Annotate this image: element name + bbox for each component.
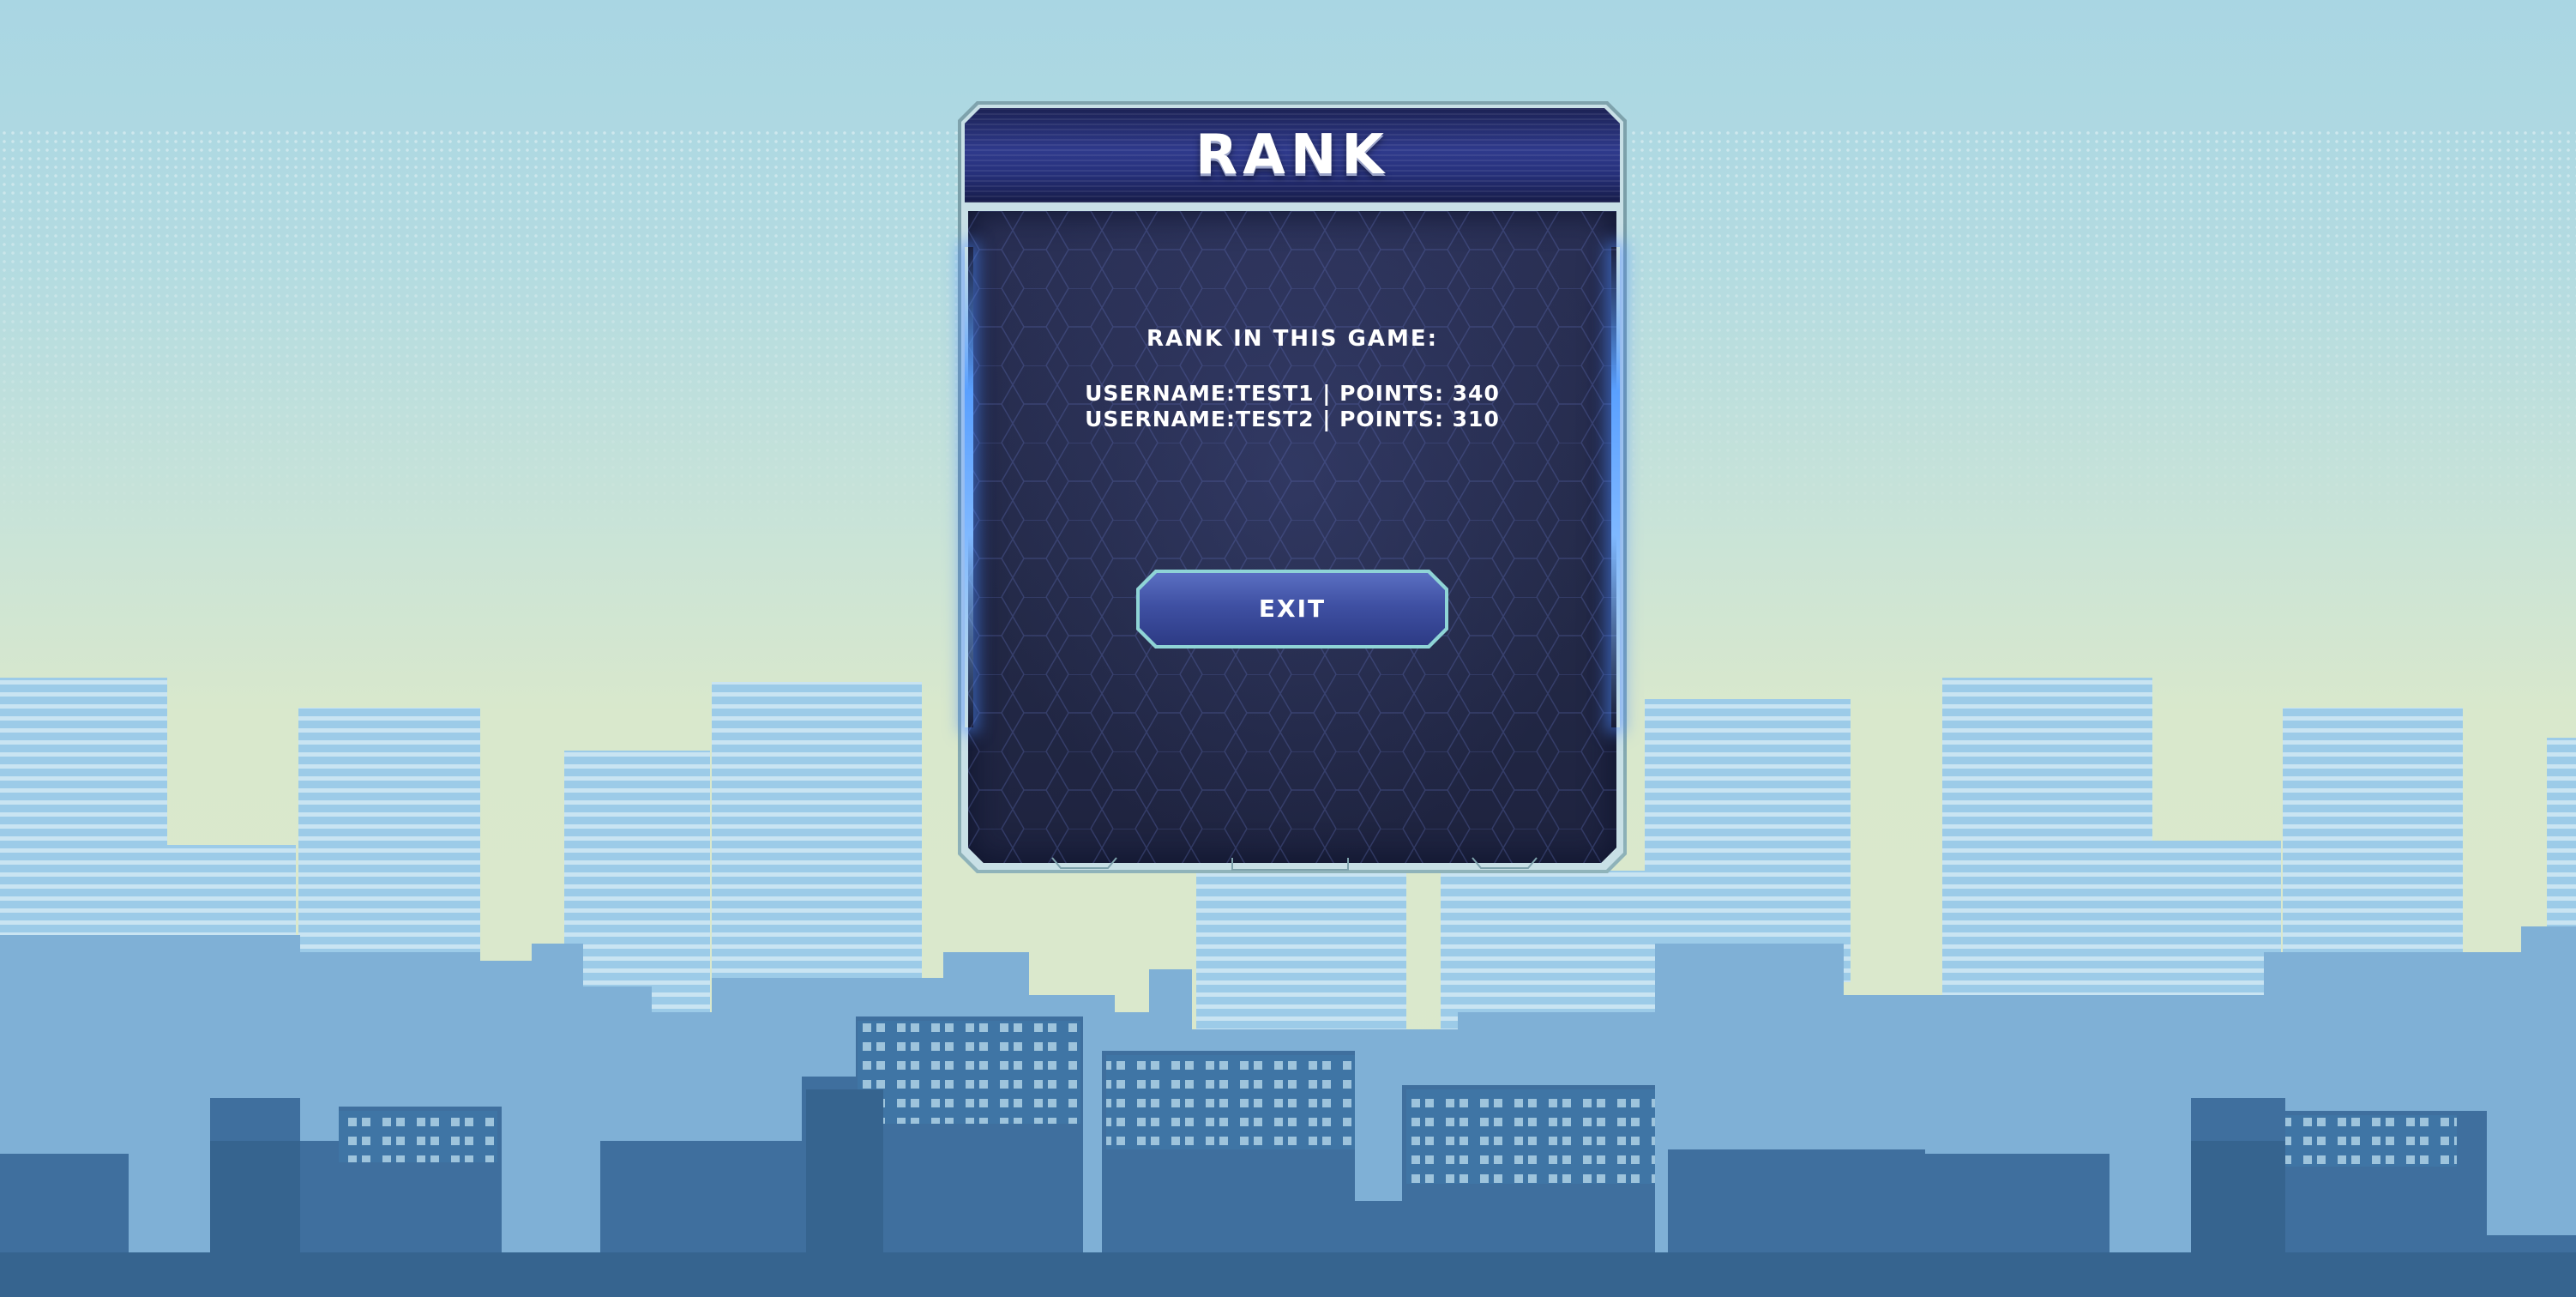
panel-right-glow [1611, 247, 1620, 727]
rank-panel: RANK RANK IN THIS GAME: USERNAME:TEST1 |… [958, 101, 1627, 873]
exit-button[interactable]: EXIT [1136, 570, 1448, 648]
hex-pattern [968, 211, 1616, 863]
panel-left-glow [965, 247, 973, 727]
rank-heading: RANK IN THIS GAME: [1146, 326, 1439, 352]
panel-bottom-notches [1051, 857, 1538, 871]
rank-entry: USERNAME:TEST2 | POINTS: 310 [1085, 407, 1500, 431]
rank-entry: USERNAME:TEST1 | POINTS: 340 [1085, 381, 1500, 406]
panel-body [968, 211, 1616, 863]
rank-list: USERNAME:TEST1 | POINTS: 340 USERNAME:TE… [958, 381, 1627, 432]
panel-title: RANK [1195, 124, 1389, 187]
game-scene: RANK RANK IN THIS GAME: USERNAME:TEST1 |… [0, 0, 2576, 1297]
exit-button-label: EXIT [1258, 594, 1327, 623]
